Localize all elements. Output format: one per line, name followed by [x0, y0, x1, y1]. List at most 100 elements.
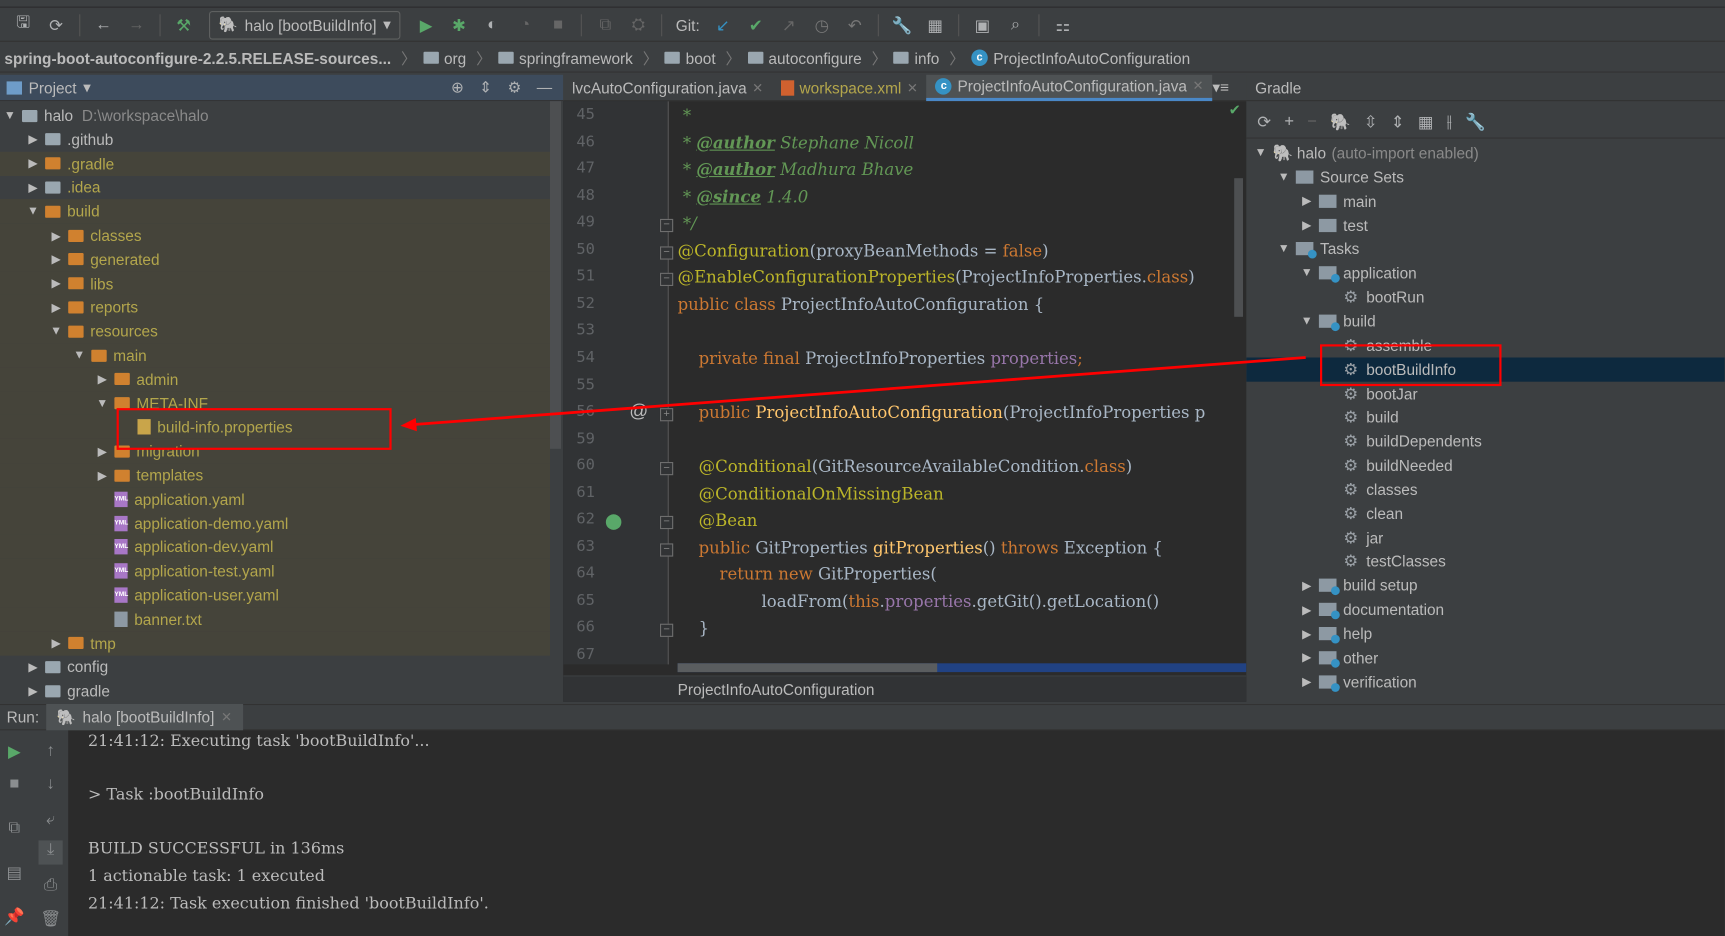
breadcrumb-item-boot[interactable]: boot 〉 — [664, 47, 741, 69]
gradle-tree-item[interactable]: ⚙ testClasses — [1246, 549, 1725, 573]
back-icon[interactable]: ← — [89, 12, 118, 38]
expanded-arrow-icon[interactable]: ▼ — [95, 397, 110, 410]
collapsed-arrow-icon[interactable]: ▶ — [48, 300, 63, 314]
tree-item[interactable]: YML application.yaml — [0, 487, 550, 512]
code-line[interactable]: return new GitProperties( — [678, 565, 937, 585]
code-line[interactable]: } — [678, 619, 710, 639]
tree-item[interactable]: ▶ migration — [0, 439, 550, 464]
breadcrumb-item-info[interactable]: info 〉 — [893, 47, 965, 69]
gradle-settings-wrench-icon[interactable]: 🔧 — [1465, 112, 1486, 132]
refresh-icon[interactable]: ⟳ — [1257, 112, 1271, 132]
code-line[interactable]: @Bean — [678, 511, 758, 531]
tree-item[interactable]: ▶ tmp — [0, 630, 550, 656]
stop-icon[interactable]: ■ — [2, 774, 26, 798]
gradle-tree-item[interactable]: ▼ build — [1246, 309, 1725, 333]
search-icon[interactable]: ⌕ — [1001, 12, 1030, 38]
fold-marker-icon[interactable]: − — [660, 273, 674, 287]
scroll-to-end-icon[interactable]: ⤓ — [38, 840, 63, 865]
code-line[interactable]: * — [678, 106, 691, 126]
breadcrumb-item-autoconfigure[interactable]: autoconfigure 〉 — [747, 47, 887, 69]
expanded-arrow-icon[interactable]: ▼ — [25, 205, 40, 218]
tree-item[interactable]: ▶ .idea — [0, 175, 550, 199]
gradle-tree-item[interactable]: ▶ verification — [1246, 670, 1725, 694]
terminal-icon[interactable]: ▣ — [968, 12, 997, 38]
code-line[interactable]: @ConditionalOnMissingBean — [678, 484, 944, 504]
toggle-offline-icon[interactable]: ⫲ — [1447, 112, 1452, 131]
tree-item[interactable]: ▶ config — [0, 655, 550, 679]
fold-marker-icon[interactable]: − — [660, 624, 674, 638]
close-icon[interactable]: ✕ — [221, 710, 232, 725]
attach-icon[interactable]: ⧉ — [591, 12, 620, 38]
gradle-tree-item[interactable]: ▶ help — [1246, 622, 1725, 646]
project-icon[interactable]: ▦ — [1418, 112, 1434, 132]
git-update-icon[interactable]: ↙ — [709, 12, 738, 38]
gradle-tree-item[interactable]: ⚙ bootJar — [1246, 381, 1725, 405]
tree-item[interactable]: ▶ admin — [0, 367, 550, 392]
gradle-tree-item[interactable]: ⚙ bootRun — [1246, 285, 1725, 309]
fold-marker-icon[interactable]: − — [660, 462, 674, 476]
tree-item[interactable]: YML application-demo.yaml — [0, 511, 550, 536]
fold-marker-icon[interactable]: − — [660, 246, 674, 260]
expanded-arrow-icon[interactable]: ▼ — [1276, 242, 1291, 255]
editor-footer-breadcrumb[interactable]: ProjectInfoAutoConfiguration — [563, 675, 1247, 702]
code-line[interactable]: private final ProjectInfoProperties prop… — [678, 349, 1083, 369]
expanded-arrow-icon[interactable]: ▼ — [1276, 170, 1291, 183]
close-icon[interactable]: ✕ — [907, 80, 918, 95]
tree-item[interactable]: YML application-user.yaml — [0, 583, 550, 608]
tree-item[interactable]: banner.txt — [0, 606, 550, 632]
tab-overflow-icon[interactable]: ▾≡ — [1212, 78, 1229, 97]
tree-item[interactable]: ▶ .gradle — [0, 151, 550, 176]
run-tab[interactable]: 🐘 halo [bootBuildInfo] ✕ — [45, 704, 244, 731]
code-line[interactable]: public class ProjectInfoAutoConfiguratio… — [678, 295, 1045, 315]
tab-workspace-xml[interactable]: workspace.xml ✕ — [772, 74, 927, 100]
collapsed-arrow-icon[interactable]: ▶ — [25, 156, 40, 170]
gradle-tree-item[interactable]: ▼ 🐘 halo (auto-import enabled) — [1246, 141, 1725, 165]
save-icon[interactable]: 🖫 — [9, 12, 38, 38]
code-editor[interactable]: ✔ ProjectInfoAutoConfiguration 45 * 46 * … — [563, 101, 1247, 702]
run-configuration-select[interactable]: 🐘 halo [bootBuildInfo] ▾ — [209, 10, 401, 40]
gradle-tree-item[interactable]: ▶ build setup — [1246, 573, 1725, 597]
collapse-all-icon[interactable]: ⇕ — [479, 78, 492, 97]
tree-item[interactable]: ▼ halo D:\workspace\halo — [0, 103, 550, 127]
gradle-tree-item[interactable]: ▼ application — [1246, 261, 1725, 285]
add-icon[interactable]: + — [1284, 112, 1294, 131]
collapsed-arrow-icon[interactable]: ▶ — [48, 252, 63, 266]
gradle-tree-item[interactable]: ⚙ classes — [1246, 477, 1725, 501]
tree-item[interactable]: ▶ reports — [0, 295, 550, 320]
forward-icon[interactable]: → — [122, 12, 151, 38]
gradle-tree-item[interactable]: ▶ main — [1246, 189, 1725, 213]
gradle-tree-item[interactable]: ⚙ buildDependents — [1246, 429, 1725, 453]
collapsed-arrow-icon[interactable]: ▶ — [1299, 194, 1314, 208]
fold-marker-icon[interactable]: − — [660, 516, 674, 530]
gradle-tree-item[interactable]: ▼ Tasks — [1246, 237, 1725, 261]
hide-icon[interactable]: — — [537, 78, 552, 97]
breadcrumb-item-org[interactable]: org 〉 — [423, 47, 492, 69]
tree-item[interactable]: build-info.properties — [0, 415, 550, 440]
code-line[interactable]: * @since 1.4.0 — [678, 187, 808, 207]
code-line[interactable]: * @author Madhura Bhave — [678, 160, 913, 180]
gradle-task-bootbuildinfo[interactable]: ⚙ bootBuildInfo — [1246, 357, 1725, 382]
collapsed-arrow-icon[interactable]: ▶ — [95, 468, 110, 482]
remove-icon[interactable]: − — [1307, 112, 1317, 131]
scrollbar-thumb[interactable] — [677, 663, 938, 673]
run-icon[interactable]: ▶ — [412, 12, 441, 38]
unfold-marker-icon[interactable]: + — [660, 408, 674, 422]
tree-item[interactable]: ▶ .github — [0, 127, 550, 151]
gradle-tree-item[interactable]: ⚙ build — [1246, 405, 1725, 429]
close-icon[interactable]: ✕ — [752, 80, 763, 95]
tree-item[interactable]: YML application-dev.yaml — [0, 535, 550, 560]
collapsed-arrow-icon[interactable]: ▶ — [1299, 218, 1314, 232]
sync-icon[interactable]: ⟳ — [42, 12, 71, 38]
collapse-all-icon[interactable]: ⇕ — [1391, 112, 1405, 132]
project-scrollbar[interactable] — [550, 101, 561, 449]
tree-item[interactable]: ▼ main — [0, 343, 550, 368]
collapsed-arrow-icon[interactable]: ▶ — [1299, 675, 1314, 689]
code-line[interactable]: @Conditional(GitResourceAvailableConditi… — [678, 457, 1133, 477]
gradle-tree-item[interactable]: ⚙ clean — [1246, 501, 1725, 525]
code-line[interactable]: @EnableConfigurationProperties(ProjectIn… — [678, 268, 1195, 288]
gradle-tree-item[interactable]: ▼ Source Sets — [1246, 165, 1725, 189]
collapsed-arrow-icon[interactable]: ▶ — [1299, 602, 1314, 617]
collapsed-arrow-icon[interactable]: ▶ — [25, 660, 40, 674]
collapsed-arrow-icon[interactable]: ▶ — [1299, 650, 1314, 665]
soft-wrap-icon[interactable]: ⤶ — [39, 810, 63, 834]
